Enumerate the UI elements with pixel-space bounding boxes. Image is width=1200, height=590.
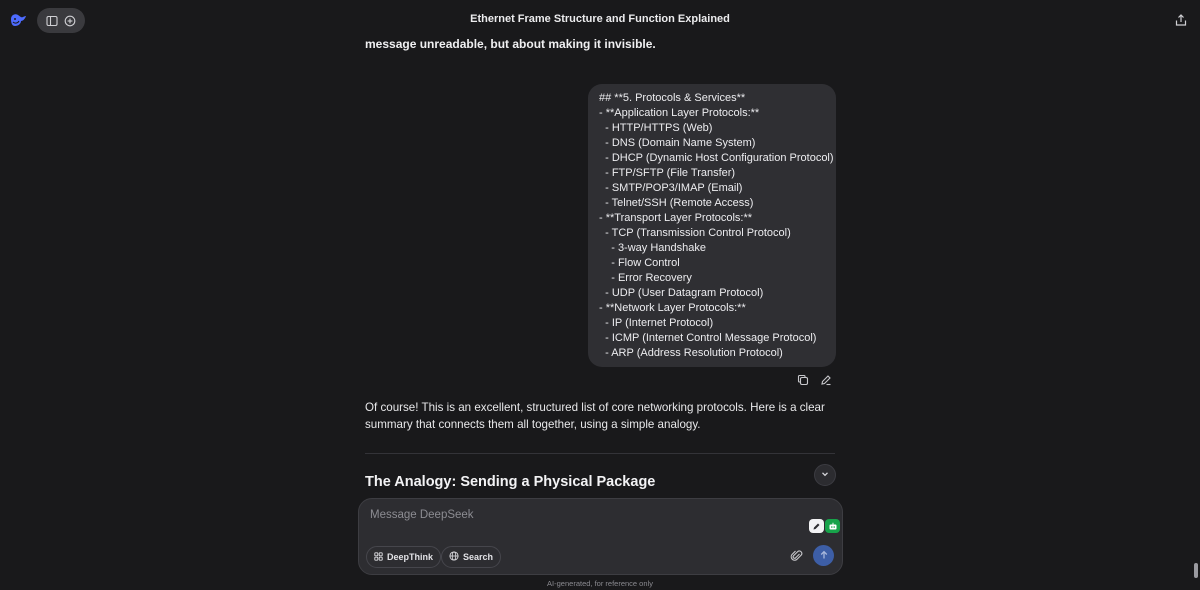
share-icon[interactable] — [1174, 13, 1188, 27]
chevron-down-icon — [820, 466, 830, 484]
globe-icon — [449, 551, 459, 563]
user-message-line: - SMTP/POP3/IMAP (Email) — [599, 182, 743, 194]
user-message-bubble: ## **5. Protocols & Services** - **Applic… — [588, 84, 836, 367]
top-bar: Ethernet Frame Structure and Function Ex… — [0, 0, 1200, 40]
search-label: Search — [463, 552, 494, 562]
deepthink-label: DeepThink — [387, 552, 434, 562]
conversation-title: Ethernet Frame Structure and Function Ex… — [470, 13, 730, 25]
user-message-line: - FTP/SFTP (File Transfer) — [599, 167, 736, 179]
user-message-line: - **Network Layer Protocols:** — [599, 302, 746, 314]
user-message-line: - DNS (Domain Name System) — [599, 137, 756, 149]
user-message-line: - ARP (Address Resolution Protocol) — [599, 347, 783, 359]
copy-icon[interactable] — [796, 373, 809, 386]
scroll-to-bottom-button[interactable] — [814, 464, 836, 486]
extension-badges — [809, 519, 840, 533]
user-message-line: - Flow Control — [599, 257, 680, 269]
message-actions — [796, 373, 832, 386]
user-message-line: - HTTP/HTTPS (Web) — [599, 122, 713, 134]
answer-heading: The Analogy: Sending a Physical Package — [365, 474, 656, 490]
divider — [365, 453, 835, 454]
arrow-up-icon — [819, 547, 829, 565]
user-message-line: - IP (Internet Protocol) — [599, 317, 714, 329]
user-message-line: ## **5. Protocols & Services** — [599, 92, 746, 104]
message-input[interactable]: Message DeepSeek — [370, 509, 474, 521]
pen-extension-icon[interactable] — [809, 519, 824, 533]
user-message-line: - Telnet/SSH (Remote Access) — [599, 197, 754, 209]
search-toggle[interactable]: Search — [441, 546, 502, 568]
deepthink-icon — [374, 551, 383, 563]
ai-disclaimer: AI-generated, for reference only — [547, 579, 653, 588]
robot-extension-icon[interactable] — [825, 519, 840, 533]
deepthink-toggle[interactable]: DeepThink — [366, 546, 442, 568]
user-message-line: - **Application Layer Protocols:** — [599, 107, 760, 119]
user-message-line: - **Transport Layer Protocols:** — [599, 212, 753, 224]
user-message-line: - DHCP (Dynamic Host Configuration Proto… — [599, 152, 834, 164]
previous-message-text: message unreadable, but about making it … — [365, 37, 656, 51]
attach-file-icon[interactable] — [790, 549, 804, 563]
assistant-answer-text: Of course! This is an excellent, structu… — [365, 401, 825, 431]
user-message-line: - Error Recovery — [599, 272, 692, 284]
user-message-line: - TCP (Transmission Control Protocol) — [599, 227, 791, 239]
user-message-line: - UDP (User Datagram Protocol) — [599, 287, 764, 299]
user-message-line: - 3-way Handshake — [599, 242, 706, 254]
edit-icon[interactable] — [819, 373, 832, 386]
scrollbar-thumb[interactable] — [1194, 563, 1198, 578]
user-message-line: - ICMP (Internet Control Message Protoco… — [599, 332, 817, 344]
send-button[interactable] — [813, 545, 834, 566]
